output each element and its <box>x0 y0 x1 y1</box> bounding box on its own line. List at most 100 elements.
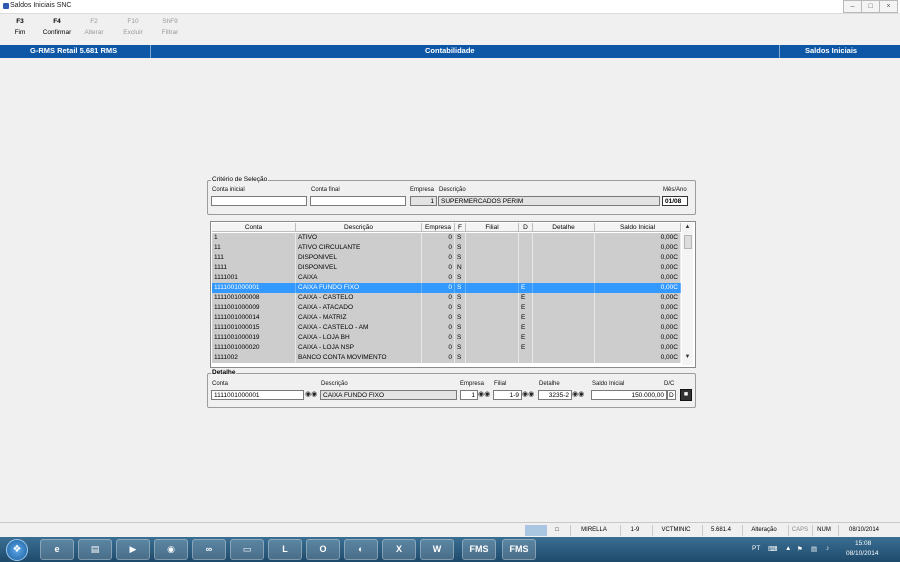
table-row[interactable]: 1111001000008 CAIXA - CASTELO 0 S E 0,00C <box>212 293 681 303</box>
cell-f: S <box>455 353 466 363</box>
language-indicator[interactable]: PT <box>752 545 760 552</box>
window-title: Saldos Iniciais SNC <box>10 2 72 9</box>
table-row[interactable]: 111 DISPONIVEL 0 S 0,00C <box>212 253 681 263</box>
network-tray-icon[interactable]: ▤ <box>811 545 817 553</box>
conta-binoculars-icon[interactable]: ◉◉ <box>305 390 317 400</box>
cell-filial <box>466 303 519 313</box>
internet-explorer-icon[interactable]: e <box>40 539 74 560</box>
table-row[interactable]: 1111001000019 CAIXA - LOJA BH 0 S E 0,00C <box>212 333 681 343</box>
cell-filial <box>466 343 519 353</box>
scroll-thumb[interactable] <box>684 235 692 249</box>
cell-descricao: DISPONIVEL <box>296 263 422 273</box>
keyboard-icon[interactable]: ⌨ <box>768 545 777 553</box>
cell-d: E <box>519 323 533 333</box>
clock-date[interactable]: 08/10/2014 <box>846 550 879 557</box>
chrome-icon[interactable]: ◉ <box>154 539 188 560</box>
col-header-filial[interactable]: Filial <box>466 223 519 232</box>
detail-filial-input[interactable]: 1-9 <box>493 390 522 400</box>
file-explorer-icon[interactable]: ▤ <box>78 539 112 560</box>
cell-conta: 1111001000001 <box>212 283 296 293</box>
volume-icon[interactable]: ♪ <box>826 545 829 552</box>
cell-d <box>519 263 533 273</box>
cell-descricao: CAIXA - LOJA BH <box>296 333 422 343</box>
toolbar-filtrar-button[interactable]: ShF9 Filtrar <box>150 18 190 36</box>
excel-icon[interactable]: X <box>382 539 416 560</box>
table-row[interactable]: 1111 DISPONIVEL 0 N 0,00C <box>212 263 681 273</box>
detail-empresa-input[interactable]: 1 <box>460 390 478 400</box>
col-header-f[interactable]: F <box>455 223 466 232</box>
detail-dc-label: D/C <box>664 381 675 387</box>
cell-detalhe <box>533 343 595 353</box>
folder-icon[interactable]: ▭ <box>230 539 264 560</box>
cell-conta: 111 <box>212 253 296 263</box>
minimize-button[interactable]: – <box>843 0 862 13</box>
divider <box>150 45 151 58</box>
table-row[interactable]: 1111001000014 CAIXA - MATRIZ 0 S E 0,00C <box>212 313 681 323</box>
clock-time[interactable]: 15:08 <box>855 540 871 547</box>
cell-saldo-inicial: 0,00C <box>595 273 681 283</box>
fms-app-2[interactable]: FMS <box>502 539 536 560</box>
table-row[interactable]: 1111001000015 CAIXA - CASTELO - AM 0 S E 0,00… <box>212 323 681 333</box>
detail-dc-input[interactable]: D <box>667 390 676 400</box>
windows-start-icon[interactable]: ❖ <box>6 539 28 561</box>
tray-arrow-icon[interactable]: ▲ <box>785 545 791 552</box>
table-row[interactable]: 1111001000009 CAIXA - ATACADO 0 S E 0,00C <box>212 303 681 313</box>
cell-saldo-inicial: 0,00C <box>595 243 681 253</box>
col-header-saldo-inicial[interactable]: Saldo Inicial <box>595 223 681 232</box>
lync-icon[interactable]: L <box>268 539 302 560</box>
detail-detalhe-input[interactable]: 3235-2 <box>538 390 572 400</box>
table-row[interactable]: 1 ATIVO 0 S 0,00C <box>212 233 681 243</box>
cell-f: S <box>455 233 466 243</box>
empresa-binoculars-icon[interactable]: ◉◉ <box>478 390 490 400</box>
mesano-input[interactable]: 01/08 <box>662 196 688 206</box>
close-button[interactable]: × <box>879 0 898 13</box>
grid-scrollbar[interactable]: ▲ ▼ <box>682 223 693 365</box>
media-player-icon[interactable]: ▶ <box>116 539 150 560</box>
cell-empresa: 0 <box>422 283 455 293</box>
flag-icon[interactable]: ⚑ <box>797 545 803 553</box>
filial-binoculars-icon[interactable]: ◉◉ <box>522 390 534 400</box>
module-name: Contabilidade <box>425 46 475 55</box>
table-row[interactable]: 1111001000020 CAIXA - LOJA NSP 0 S E 0,00C <box>212 343 681 353</box>
table-row[interactable]: 11 ATIVO CIRCULANTE 0 S 0,00C <box>212 243 681 253</box>
cell-detalhe <box>533 273 595 283</box>
cell-empresa: 0 <box>422 353 455 363</box>
col-header-d[interactable]: D <box>519 223 533 232</box>
cell-empresa: 0 <box>422 243 455 253</box>
cell-empresa: 0 <box>422 273 455 283</box>
toolbar-fim-button[interactable]: F3 Fim <box>0 18 40 36</box>
cell-saldo-inicial: 0,00C <box>595 253 681 263</box>
detail-saldo-input[interactable]: 150.000,00 <box>591 390 667 400</box>
conta-inicial-input[interactable] <box>211 196 307 206</box>
toolbar-alterar-button[interactable]: F2 Alterar <box>74 18 114 36</box>
table-row[interactable]: 1111001000001 CAIXA FUNDO FIXO 0 S E 0,00C <box>212 283 681 293</box>
col-header-descricao[interactable]: Descrição <box>296 223 422 232</box>
cell-saldo-inicial: 0,00C <box>595 283 681 293</box>
cell-descricao: CAIXA - MATRIZ <box>296 313 422 323</box>
word-icon[interactable]: W <box>420 539 454 560</box>
col-header-empresa[interactable]: Empresa <box>422 223 455 232</box>
network-app-icon[interactable]: ∞ <box>192 539 226 560</box>
fms-app-1[interactable]: FMS <box>462 539 496 560</box>
cell-f: S <box>455 283 466 293</box>
toolbar: F3 Fim F4 Confirmar F2 Alterar F10 Exclu… <box>0 14 900 44</box>
col-header-conta[interactable]: Conta <box>212 223 296 232</box>
conta-final-input[interactable] <box>310 196 406 206</box>
remote-desktop-icon[interactable]: ◐ <box>344 539 378 560</box>
scroll-down-arrow-icon[interactable]: ▼ <box>682 354 693 360</box>
cell-filial <box>466 333 519 343</box>
detail-conta-input[interactable]: 1111001000001 <box>211 390 304 400</box>
screen-name: Saldos Iniciais <box>805 46 858 55</box>
conta-inicial-label: Conta inicial <box>212 187 245 193</box>
detalhe-binoculars-icon[interactable]: ◉◉ <box>572 390 584 400</box>
toolbar-confirmar-button[interactable]: F4 Confirmar <box>37 18 77 36</box>
table-row[interactable]: 1111002 BANCO CONTA MOVIMENTO 0 S 0,00C <box>212 353 681 363</box>
outlook-icon[interactable]: O <box>306 539 340 560</box>
scroll-up-arrow-icon[interactable]: ▲ <box>682 224 693 230</box>
detail-empresa-label: Empresa <box>460 381 485 387</box>
col-header-detalhe[interactable]: Detalhe <box>533 223 595 232</box>
toolbar-excluir-button[interactable]: F10 Excluir <box>113 18 153 36</box>
save-icon[interactable]: ■ <box>680 389 692 401</box>
maximize-button[interactable]: □ <box>861 0 880 13</box>
table-row[interactable]: 1111001 CAIXA 0 S 0,00C <box>212 273 681 283</box>
